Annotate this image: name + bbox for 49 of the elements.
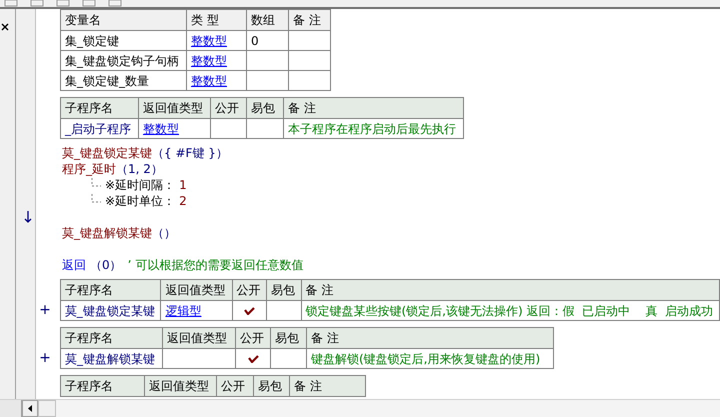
table-cell: 整数型 (186, 50, 246, 70)
column-header: 子程序名 (60, 280, 161, 300)
toolbar-icon[interactable] (82, 0, 96, 7)
code-line: 莫_键盘解锁某键（） (62, 225, 176, 242)
subroutine-name: 莫_键盘解锁某键 (60, 348, 162, 368)
column-header: 数组 (246, 10, 288, 30)
column-header: 公开 (216, 376, 254, 396)
column-header: 子程序名 (60, 98, 138, 118)
parameter-hint: ※延时单位： 2 (105, 193, 187, 210)
column-header: 子程序名 (60, 376, 144, 396)
scroll-thumb[interactable] (38, 400, 56, 417)
code-line: 莫_键盘锁定某键（{ #F键 }） (62, 145, 228, 162)
horizontal-scrollbar[interactable] (0, 399, 720, 417)
variable-name: 集_锁定键_数量 (60, 70, 186, 90)
toolbar-icon[interactable] (30, 0, 44, 7)
table-cell: 整数型 (186, 30, 246, 50)
table-cell: 整数型 (186, 70, 246, 90)
scroll-left-button[interactable] (22, 400, 38, 417)
table-cell: 整数型 (138, 118, 210, 138)
note-cell: 键盘解锁(键盘锁定后,用来恢复键盘的使用) (306, 348, 554, 368)
parameter-hint: ※延时间隔： 1 (105, 177, 187, 194)
note-cell: 锁定键盘某些按键(锁定后,该键无法操作) 返回：假 已启动中 真 启动成功 (301, 300, 720, 320)
variable-name: 集_锁定键 (60, 30, 186, 50)
column-header: 类 型 (186, 10, 246, 30)
arrow-down-icon (24, 211, 32, 223)
column-header: 备 注 (288, 10, 330, 30)
code-line: 程序_延时（1, 2） (62, 161, 163, 178)
expand-button[interactable]: + (38, 348, 52, 368)
column-header: 备 注 (284, 98, 464, 118)
toolbar-icon[interactable] (4, 0, 18, 7)
expand-button[interactable]: + (38, 300, 52, 320)
variable-name: 集_键盘锁定钩子句柄 (60, 50, 186, 70)
column-header: 备 注 (301, 280, 720, 300)
column-header: 易包 (254, 376, 290, 396)
toolbar-icon[interactable] (56, 0, 70, 7)
code-line: 返回 （0） ’ 可以根据您的需要返回任意数值 (62, 257, 304, 274)
column-header: 变量名 (60, 10, 186, 30)
column-header: 备 注 (306, 328, 554, 348)
note-cell: 本子程序在程序启动后最先执行 (284, 118, 464, 138)
subroutine-name: _启动子程序 (60, 118, 138, 138)
left-arrow-icon (28, 405, 32, 412)
close-icon[interactable] (1, 23, 9, 31)
column-header: 返回值类型 (144, 376, 216, 396)
toolbar-icon[interactable] (108, 0, 122, 7)
table-cell: 0 (246, 30, 288, 50)
column-header: 备 注 (290, 376, 366, 396)
column-header: 子程序名 (60, 328, 162, 348)
table-cell: 逻辑型 (160, 300, 232, 320)
subroutine-name: 莫_键盘锁定某键 (60, 300, 161, 320)
